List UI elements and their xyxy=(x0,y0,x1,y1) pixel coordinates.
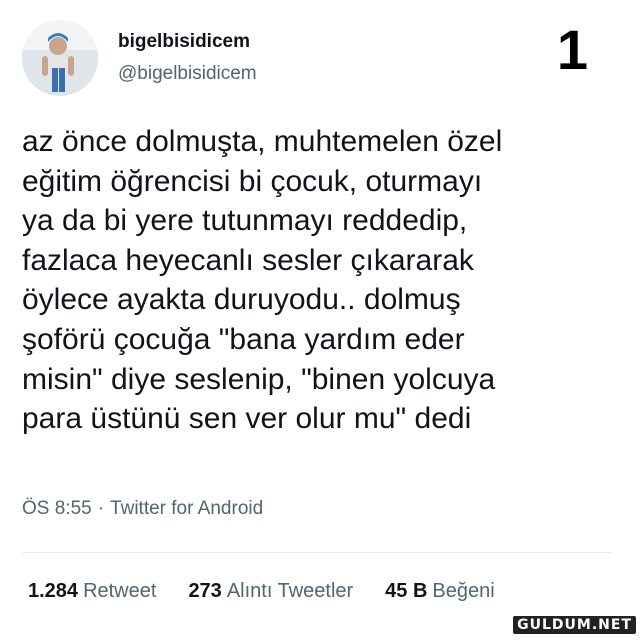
user-handle[interactable]: @bigelbisidicem xyxy=(118,63,257,85)
quotes-label: Alıntı Tweetler xyxy=(226,580,354,602)
tweet-time[interactable]: ÖS 8:55 xyxy=(22,498,92,519)
tweet-meta: ÖS 8:55 · Twitter for Android xyxy=(22,498,263,520)
likes-count: 45 B xyxy=(385,580,428,602)
display-name[interactable]: bigelbisidicem xyxy=(118,31,250,53)
meta-separator: · xyxy=(97,498,105,519)
retweets-stat[interactable]: 1.284 Retweet xyxy=(28,580,156,603)
profile-photo-icon xyxy=(22,20,98,96)
retweets-count: 1.284 xyxy=(28,580,79,602)
tweet-header: bigelbisidicem @bigelbisidicem 1 xyxy=(0,0,640,110)
tweet-number: 1 xyxy=(556,18,588,81)
retweets-label: Retweet xyxy=(83,580,157,602)
quotes-count: 273 xyxy=(188,580,222,602)
avatar[interactable] xyxy=(22,20,98,96)
likes-label: Beğeni xyxy=(432,580,495,602)
tweet-text: az önce dolmuşta, muhtemelen özel eğitim… xyxy=(22,125,503,436)
watermark-logo: GULDUM.NET xyxy=(513,616,636,634)
likes-stat[interactable]: 45 B Beğeni xyxy=(385,580,495,603)
divider xyxy=(22,552,612,553)
tweet-stats: 1.284 Retweet 273 Alıntı Tweetler 45 B Beğe… xyxy=(28,580,495,603)
quotes-stat[interactable]: 273 Alıntı Tweetler xyxy=(188,580,353,603)
tweet-source[interactable]: Twitter for Android xyxy=(110,498,263,519)
